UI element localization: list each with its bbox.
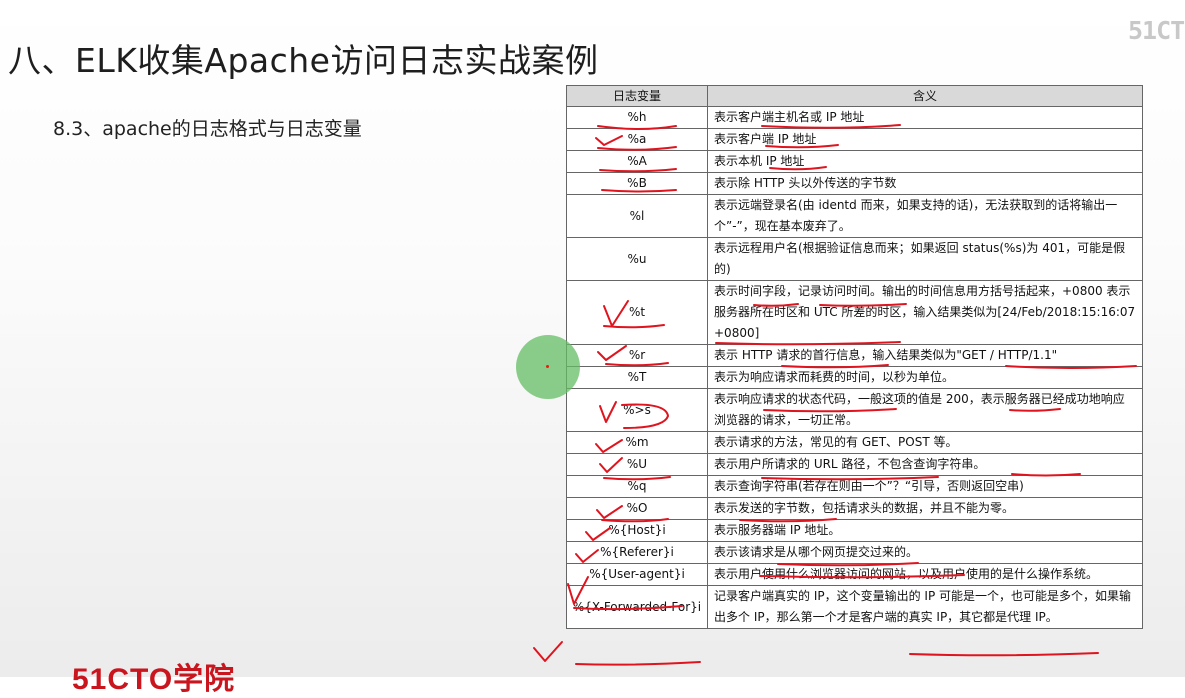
meaning-cell: 表示远程用户名(根据验证信息而来；如果返回 status(%s)为 401，可能… [707, 237, 1143, 281]
log-variable-cell: %r [566, 344, 708, 367]
log-variable-cell: %l [566, 194, 708, 238]
meaning-cell: 表示客户端主机名或 IP 地址 [707, 106, 1143, 129]
meaning-cell: 表示用户所请求的 URL 路径，不包含查询字符串。 [707, 453, 1143, 476]
check-mark-icon [533, 641, 563, 662]
meaning-cell: 表示 HTTP 请求的首行信息，输入结果类似为"GET / HTTP/1.1" [707, 344, 1143, 367]
log-variable-cell: %>s [566, 388, 708, 432]
meaning-cell: 表示该请求是从哪个网页提交过来的。 [707, 541, 1143, 564]
log-variable-cell: %q [566, 475, 708, 498]
slide-subtitle: 8.3、apache的日志格式与日志变量 [53, 118, 362, 140]
table-row: %r 表示 HTTP 请求的首行信息，输入结果类似为"GET / HTTP/1.1… [566, 344, 1143, 367]
underline-mark [909, 652, 1099, 657]
header-meaning: 含义 [707, 85, 1143, 107]
table-row: %B 表示除 HTTP 头以外传送的字节数 [566, 172, 1143, 195]
meaning-cell: 表示为响应请求而耗费的时间，以秒为单位。 [707, 366, 1143, 389]
log-variable-cell: %u [566, 237, 708, 281]
log-variable-cell: %{X-Forwarded-For}i [566, 585, 708, 629]
table-body: %h 表示客户端主机名或 IP 地址 %a 表示客户端 IP 地址 %A 表示本机 IP … [566, 106, 1143, 629]
brand-logo: 51CTO学院 [72, 663, 236, 696]
log-variable-table-container: 日志变量 含义 %h 表示客户端主机名或 IP 地址 %a 表示客户端 IP 地址 %A… [566, 85, 1143, 629]
log-variable-cell: %m [566, 431, 708, 454]
pointer-highlight [516, 335, 580, 399]
log-variable-cell: %{User-agent}i [566, 563, 708, 586]
table-row: %l 表示远端登录名(由 identd 而来，如果支持的话)，无法获取到的话将输出… [566, 194, 1143, 238]
header-variable: 日志变量 [566, 85, 708, 107]
meaning-cell: 表示除 HTTP 头以外传送的字节数 [707, 172, 1143, 195]
table-row: %{X-Forwarded-For}i 记录客户端真实的 IP，这个变量输出的 I… [566, 585, 1143, 629]
log-variable-cell: %T [566, 366, 708, 389]
log-variable-cell: %{Referer}i [566, 541, 708, 564]
log-variable-table: 日志变量 含义 %h 表示客户端主机名或 IP 地址 %a 表示客户端 IP 地址 %A… [566, 85, 1143, 629]
meaning-cell: 表示本机 IP 地址 [707, 150, 1143, 173]
meaning-cell: 表示服务器端 IP 地址。 [707, 519, 1143, 542]
table-row: %O 表示发送的字节数，包括请求头的数据，并且不能为零。 [566, 497, 1143, 520]
slide-title: 八、ELK收集Apache访问日志实战案例 [8, 41, 599, 80]
table-row: %U 表示用户所请求的 URL 路径，不包含查询字符串。 [566, 453, 1143, 476]
log-variable-cell: %h [566, 106, 708, 129]
meaning-cell: 表示发送的字节数，包括请求头的数据，并且不能为零。 [707, 497, 1143, 520]
meaning-cell: 表示客户端 IP 地址 [707, 128, 1143, 151]
underline-mark [575, 661, 701, 666]
table-row: %T 表示为响应请求而耗费的时间，以秒为单位。 [566, 366, 1143, 389]
meaning-cell: 表示请求的方法，常见的有 GET、POST 等。 [707, 431, 1143, 454]
table-row: %{User-agent}i 表示用户使用什么浏览器访问的网站，以及用户使用的是什… [566, 563, 1143, 586]
table-row: %{Host}i 表示服务器端 IP 地址。 [566, 519, 1143, 542]
table-row: %a 表示客户端 IP 地址 [566, 128, 1143, 151]
log-variable-cell: %B [566, 172, 708, 195]
log-variable-cell: %A [566, 150, 708, 173]
meaning-cell: 表示时间字段，记录访问时间。输出的时间信息用方括号括起来，+0800 表示服务器… [707, 280, 1143, 345]
log-variable-cell: %{Host}i [566, 519, 708, 542]
table-row: %A 表示本机 IP 地址 [566, 150, 1143, 173]
meaning-cell: 表示远端登录名(由 identd 而来，如果支持的话)，无法获取到的话将输出一个… [707, 194, 1143, 238]
table-row: %h 表示客户端主机名或 IP 地址 [566, 106, 1143, 129]
log-variable-cell: %t [566, 280, 708, 345]
table-row: %u 表示远程用户名(根据验证信息而来；如果返回 status(%s)为 401，… [566, 237, 1143, 281]
watermark-logo: 51CT [1128, 16, 1185, 45]
table-header-row: 日志变量 含义 [566, 85, 1143, 107]
meaning-cell: 记录客户端真实的 IP，这个变量输出的 IP 可能是一个，也可能是多个，如果输出… [707, 585, 1143, 629]
table-row: %{Referer}i 表示该请求是从哪个网页提交过来的。 [566, 541, 1143, 564]
table-row: %>s 表示响应请求的状态代码，一般这项的值是 200，表示服务器已经成功地响应浏… [566, 388, 1143, 432]
table-row: %t 表示时间字段，记录访问时间。输出的时间信息用方括号括起来，+0800 表示服… [566, 280, 1143, 345]
meaning-cell: 表示查询字符串(若存在则由一个”？“引导，否则返回空串) [707, 475, 1143, 498]
meaning-cell: 表示用户使用什么浏览器访问的网站，以及用户使用的是什么操作系统。 [707, 563, 1143, 586]
log-variable-cell: %U [566, 453, 708, 476]
table-row: %q 表示查询字符串(若存在则由一个”？“引导，否则返回空串) [566, 475, 1143, 498]
meaning-cell: 表示响应请求的状态代码，一般这项的值是 200，表示服务器已经成功地响应浏览器的… [707, 388, 1143, 432]
table-row: %m 表示请求的方法，常见的有 GET、POST 等。 [566, 431, 1143, 454]
log-variable-cell: %a [566, 128, 708, 151]
log-variable-cell: %O [566, 497, 708, 520]
